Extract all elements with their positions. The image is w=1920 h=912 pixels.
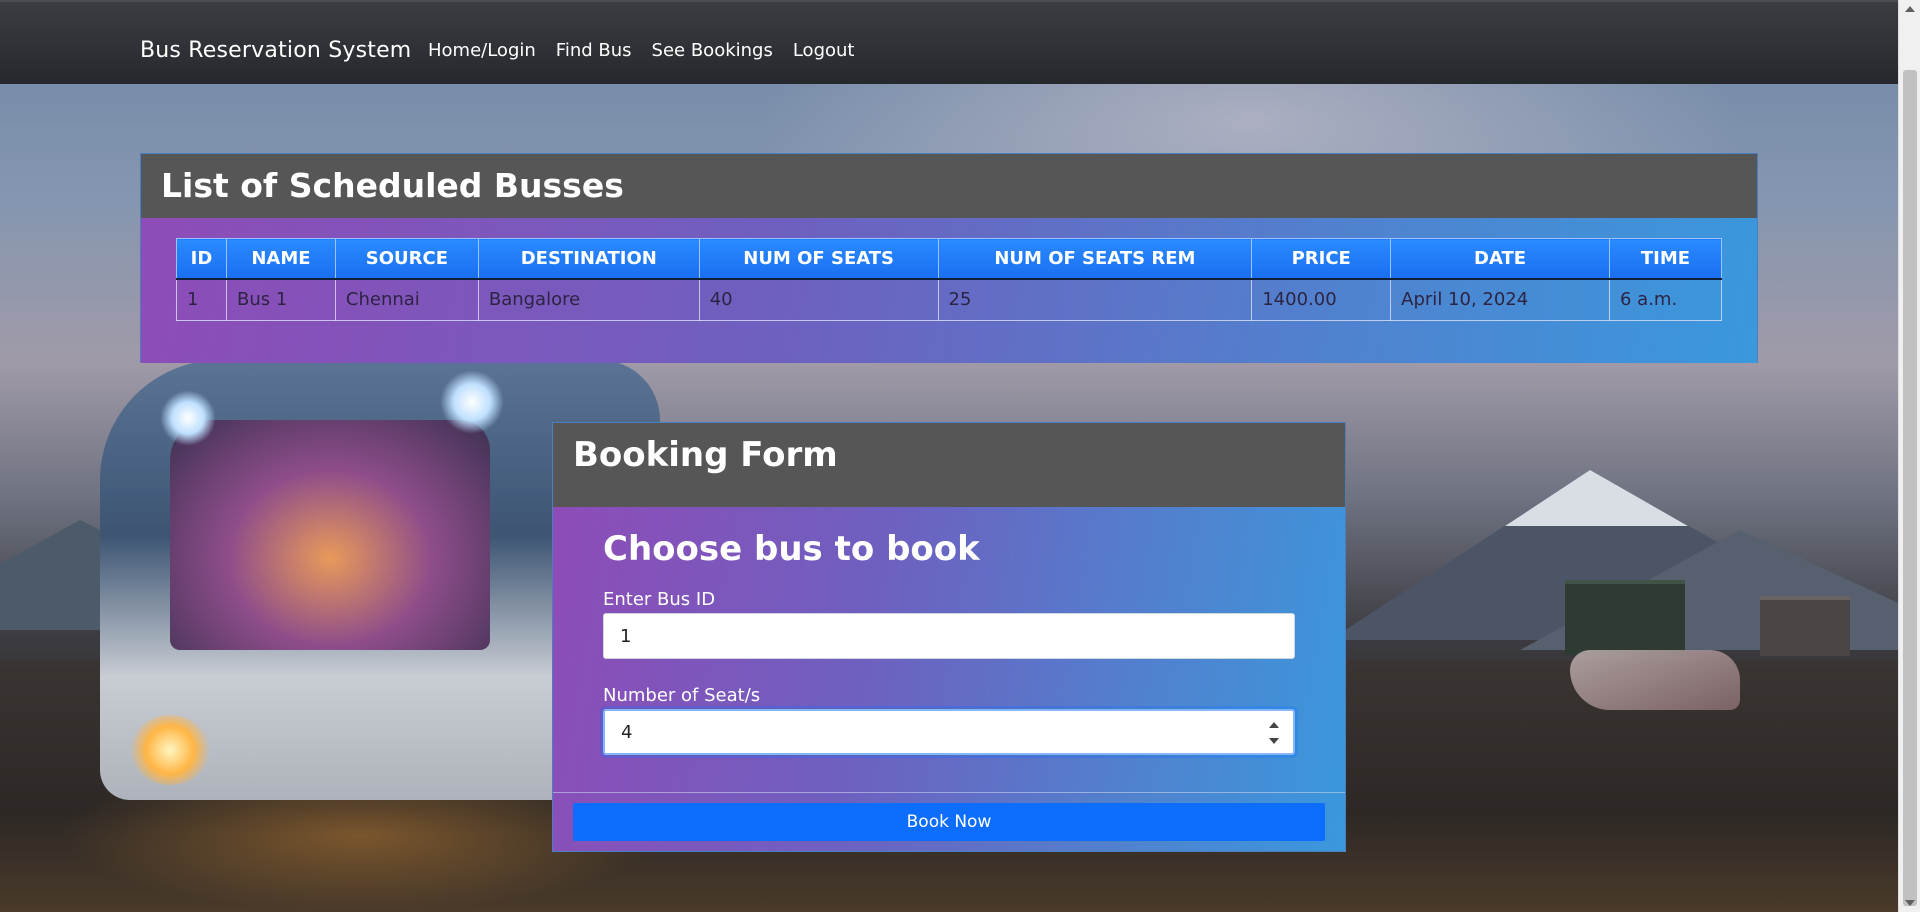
- shed: [1565, 580, 1685, 655]
- form-heading: Choose bus to book: [603, 529, 980, 569]
- book-now-button[interactable]: Book Now: [573, 803, 1325, 841]
- nav-link-see-bookings[interactable]: See Bookings: [652, 40, 773, 61]
- scheduled-busses-panel: List of Scheduled Busses ID NAME SOURCE …: [140, 153, 1758, 363]
- column-header-time: TIME: [1608, 238, 1723, 280]
- column-header-num-seats-rem: NUM OF SEATS REM: [937, 238, 1253, 280]
- spinner-down-icon[interactable]: [1269, 738, 1279, 744]
- bus-id-value: 1: [620, 625, 632, 647]
- cell-num-seats: 40: [698, 278, 939, 321]
- nav-link-logout[interactable]: Logout: [793, 40, 855, 61]
- booking-form-panel: Booking Form Choose bus to book Enter Bu…: [552, 422, 1346, 852]
- bus-roof-light-right: [440, 370, 504, 434]
- cell-date: April 10, 2024: [1390, 278, 1610, 321]
- scroll-up-icon[interactable]: [1905, 6, 1915, 12]
- nav-link-find-bus[interactable]: Find Bus: [556, 40, 632, 61]
- booking-panel-title: Booking Form: [553, 423, 1345, 507]
- column-header-id: ID: [176, 238, 227, 280]
- bus-id-input[interactable]: 1: [603, 613, 1295, 659]
- bus-headlight: [130, 715, 210, 785]
- nav-link-home-login[interactable]: Home/Login: [428, 40, 536, 61]
- busses-panel-title: List of Scheduled Busses: [141, 154, 1757, 218]
- cell-destination: Bangalore: [477, 278, 700, 321]
- snow-cap: [1505, 470, 1688, 526]
- busses-panel-body: ID NAME SOURCE DESTINATION NUM OF SEATS …: [141, 218, 1757, 363]
- rubble-pile: [1570, 650, 1740, 710]
- column-header-name: NAME: [225, 238, 336, 280]
- shed-small: [1760, 596, 1850, 656]
- cell-name: Bus 1: [225, 278, 336, 321]
- seats-number-input[interactable]: 4: [603, 709, 1295, 755]
- column-header-source: SOURCE: [334, 238, 479, 280]
- column-header-destination: DESTINATION: [477, 238, 700, 280]
- top-navbar: Bus Reservation System Home/Login Find B…: [0, 0, 1898, 84]
- cell-num-seats-rem: 25: [937, 278, 1253, 321]
- busses-table: ID NAME SOURCE DESTINATION NUM OF SEATS …: [176, 238, 1723, 321]
- column-header-date: DATE: [1390, 238, 1610, 280]
- form-divider: [553, 792, 1345, 793]
- table-row: 1 Bus 1 Chennai Bangalore 40 25 1400.00 …: [176, 278, 1723, 321]
- column-header-price: PRICE: [1251, 238, 1392, 280]
- cell-price: 1400.00: [1251, 278, 1392, 321]
- spinner-up-icon[interactable]: [1269, 722, 1279, 728]
- cell-id: 1: [176, 278, 227, 321]
- nav-links: Home/Login Find Bus See Bookings Logout: [428, 40, 854, 61]
- cell-source: Chennai: [334, 278, 479, 321]
- scroll-thumb[interactable]: [1903, 70, 1917, 906]
- table-header-row: ID NAME SOURCE DESTINATION NUM OF SEATS …: [176, 238, 1723, 280]
- seats-value: 4: [621, 721, 633, 743]
- bus-id-label: Enter Bus ID: [603, 589, 716, 610]
- booking-panel-body: Choose bus to book Enter Bus ID 1 Number…: [553, 507, 1345, 851]
- bus-roof-light-left: [160, 390, 216, 446]
- brand-title[interactable]: Bus Reservation System: [140, 38, 411, 63]
- scroll-down-icon[interactable]: [1905, 900, 1915, 906]
- cell-time: 6 a.m.: [1608, 278, 1723, 321]
- number-spinner[interactable]: [1267, 720, 1281, 746]
- seats-label: Number of Seat/s: [603, 685, 761, 706]
- bus-windshield: [170, 420, 490, 650]
- vertical-scrollbar[interactable]: [1898, 0, 1920, 912]
- column-header-num-seats: NUM OF SEATS: [698, 238, 939, 280]
